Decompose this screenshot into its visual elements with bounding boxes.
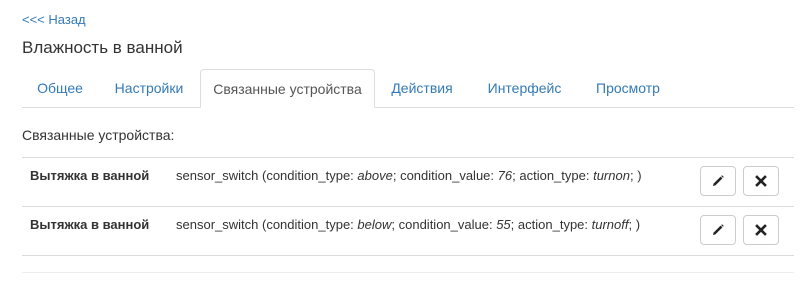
device-name: Вытяжка в ванной xyxy=(30,168,150,183)
device-description: sensor_switch (condition_type: below; co… xyxy=(176,217,641,232)
table-row: Вытяжка в ванной sensor_switch (conditio… xyxy=(22,157,794,206)
edit-button[interactable] xyxy=(700,166,736,196)
divider xyxy=(22,272,794,273)
table-row: Вытяжка в ванной sensor_switch (conditio… xyxy=(22,206,794,256)
page-title: Влажность в ванной xyxy=(22,38,183,57)
tab-linked-devices[interactable]: Связанные устройства xyxy=(200,69,375,108)
back-link[interactable]: <<< Назад xyxy=(22,12,86,27)
pencil-icon xyxy=(713,175,724,186)
close-icon xyxy=(755,175,767,187)
device-description: sensor_switch (condition_type: above; co… xyxy=(176,168,642,183)
delete-button[interactable] xyxy=(743,215,779,245)
delete-button[interactable] xyxy=(743,166,779,196)
device-name: Вытяжка в ванной xyxy=(30,217,150,232)
tab-general[interactable]: Общее xyxy=(22,69,98,107)
close-icon xyxy=(755,224,767,236)
tab-bar: Общее Настройки Связанные устройства Дей… xyxy=(22,69,794,108)
linked-devices-table: Вытяжка в ванной sensor_switch (conditio… xyxy=(22,157,794,256)
section-label: Связанные устройства: xyxy=(22,127,175,143)
tab-view[interactable]: Просмотр xyxy=(580,69,676,107)
tab-interface[interactable]: Интерфейс xyxy=(469,69,580,107)
pencil-icon xyxy=(713,224,724,235)
tab-actions[interactable]: Действия xyxy=(375,69,469,107)
tab-settings[interactable]: Настройки xyxy=(98,69,200,107)
edit-button[interactable] xyxy=(700,215,736,245)
